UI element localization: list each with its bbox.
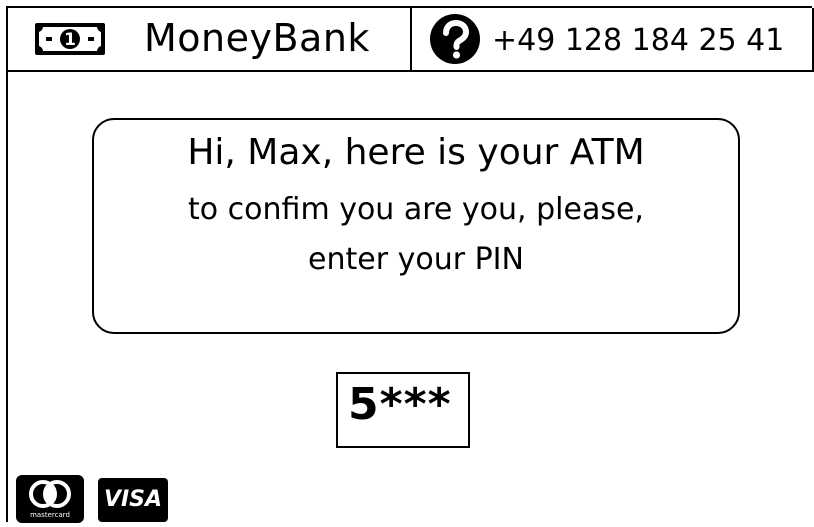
- greeting-message-box: Hi, Max, here is your ATM to confim you …: [92, 118, 740, 334]
- banknote-icon-digit: 1: [64, 30, 76, 50]
- pin-prompt-text: enter your PIN: [308, 242, 524, 277]
- mastercard-label: mastercard: [30, 511, 70, 519]
- mastercard-logo: mastercard: [16, 475, 84, 523]
- support-phone[interactable]: +49 128 184 25 41: [492, 24, 784, 58]
- header-bar: 1 MoneyBank +49 128 184 25 41: [8, 8, 814, 72]
- greeting-text: Hi, Max, here is your ATM: [187, 132, 645, 173]
- banknote-icon: 1: [35, 23, 105, 55]
- brand-cell: 1 MoneyBank: [8, 8, 412, 70]
- brand-name: MoneyBank: [144, 16, 370, 60]
- instruction-text: to confim you are you, please,: [188, 192, 644, 227]
- pin-input[interactable]: 5***: [336, 372, 470, 448]
- visa-label: VISA: [103, 487, 163, 512]
- visa-logo: VISA: [98, 478, 168, 522]
- question-circle-icon[interactable]: [428, 12, 482, 66]
